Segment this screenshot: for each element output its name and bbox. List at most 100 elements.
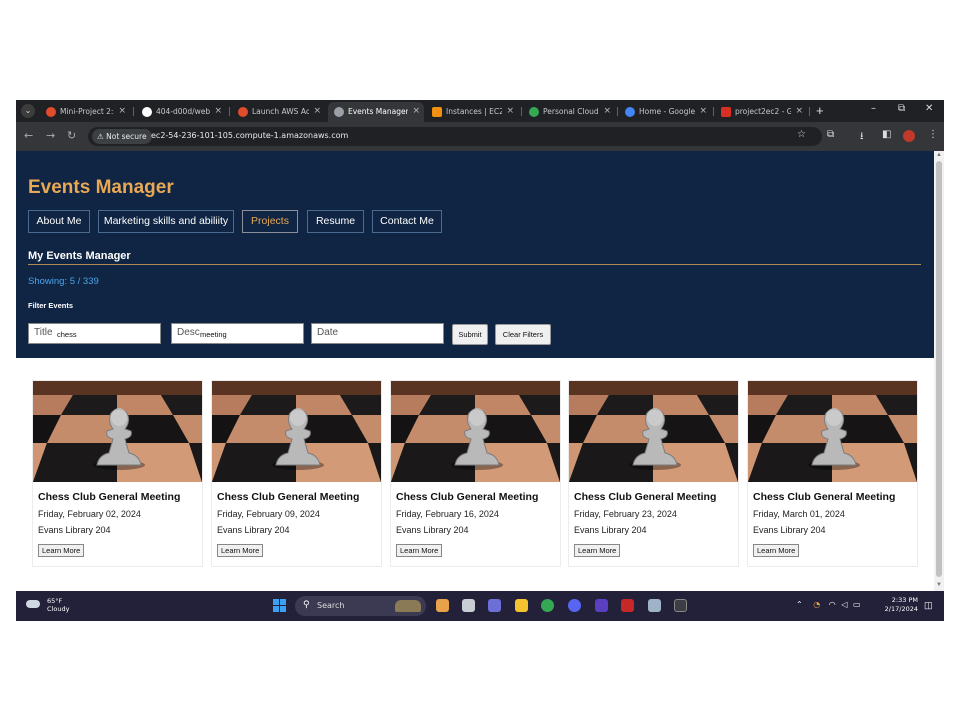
title-filter-label: Title [34,327,53,338]
search-highlight-icon [395,600,421,612]
event-title: Chess Club General Meeting [396,491,539,503]
taskbar-search[interactable]: ⚲ Search [295,596,426,616]
restore-button[interactable]: ⧉ [898,103,905,114]
download-icon[interactable]: ⭳ [860,129,864,146]
browser-tab-strip: ⌄ Mini-Project 2: I × 404-d00d/web- × La… [16,100,944,122]
close-icon[interactable]: × [118,106,126,116]
event-card: Chess Club General Meeting Friday, Februa… [568,380,739,567]
tray-app-icon[interactable]: ◔ [813,600,820,609]
tab-project2ec2[interactable]: project2ec2 - G × [715,102,807,122]
tab-home-google[interactable]: Home - Google × [619,102,711,122]
tab-label: Personal Cloud [543,107,599,116]
chevron-up-icon[interactable]: ⌃ [796,600,803,609]
learn-more-button[interactable]: Learn More [217,544,264,557]
profile-avatar[interactable] [903,130,915,142]
new-tab-button[interactable]: + [816,103,824,118]
scroll-down-icon[interactable]: ▼ [936,582,942,588]
github-icon [142,107,152,117]
title-filter-input[interactable] [57,328,147,341]
event-card: Chess Club General Meeting Friday, Februa… [32,380,203,567]
tab-launch-aws[interactable]: Launch AWS Aca × [232,102,325,122]
event-title: Chess Club General Meeting [38,491,181,503]
security-chip[interactable]: ⚠ Not secure [92,129,152,144]
close-icon[interactable]: × [412,106,420,116]
back-icon[interactable]: ← [24,129,33,142]
close-icon[interactable]: × [699,106,707,116]
learn-more-button[interactable]: Learn More [574,544,621,557]
network-app-icon[interactable] [648,599,661,612]
jetbrains-icon[interactable] [595,599,608,612]
learn-more-button[interactable]: Learn More [396,544,443,557]
title-filter-field[interactable]: Title [28,323,161,344]
nav-about-me[interactable]: About Me [28,210,90,233]
widgets-app-icon[interactable] [436,599,449,612]
scroll-up-icon[interactable]: ▲ [936,152,942,158]
security-label: Not secure [106,132,147,141]
page-scrollbar[interactable]: ▲ ▼ [934,151,944,591]
minimize-button[interactable]: – [871,103,876,114]
nav-projects[interactable]: Projects [242,210,298,233]
desc-filter-input[interactable] [200,328,290,341]
section-divider [28,264,921,265]
file-explorer-icon[interactable] [515,599,528,612]
desc-filter-field[interactable]: Desc [171,323,304,344]
tab-label: Events Manager [348,107,408,116]
address-bar[interactable]: ⚠ Not secure ec2-54-236-101-105.compute-… [88,127,822,146]
screen: ⌄ Mini-Project 2: I × 404-d00d/web- × La… [16,100,944,621]
tab-search-icon[interactable]: ⌄ [21,104,35,118]
menu-icon[interactable]: ⋮ [928,129,938,140]
clock[interactable]: 2:33 PM 2/17/2024 [884,596,918,614]
event-location: Evans Library 204 [38,525,111,535]
notification-icon[interactable]: ◫ [924,600,933,611]
close-icon[interactable]: × [313,106,321,116]
nav-marketing-skills[interactable]: Marketing skills and abiliity [98,210,234,233]
teams-icon[interactable] [488,599,501,612]
reload-icon[interactable]: ↻ [67,129,76,142]
volume-icon[interactable]: ◁ [841,600,847,609]
tab-personal-cloud[interactable]: Personal Cloud × [523,102,615,122]
event-title: Chess Club General Meeting [217,491,360,503]
close-icon[interactable]: × [506,106,514,116]
warning-icon: ⚠ [97,132,104,141]
chrome-icon[interactable] [541,599,554,612]
close-icon[interactable]: × [214,106,222,116]
favicon-icon [238,107,248,117]
learn-more-button[interactable]: Learn More [753,544,800,557]
close-icon[interactable]: × [795,106,803,116]
tab-instances-ec2[interactable]: Instances | EC2 | × [426,102,518,122]
task-view-icon[interactable] [462,599,475,612]
event-image [212,381,381,482]
clear-filters-button[interactable]: Clear Filters [495,324,551,345]
terminal-icon[interactable] [674,599,687,612]
close-window-button[interactable]: ✕ [925,103,933,114]
wifi-icon[interactable]: ◠ [829,600,836,609]
windows-start-icon[interactable] [273,599,286,612]
tab-events-manager[interactable]: Events Manager × [328,102,424,122]
date-filter-input[interactable] [340,328,430,341]
filezilla-icon[interactable] [621,599,634,612]
results-count: Showing: 5 / 339 [28,276,99,287]
bookmark-star-icon[interactable]: ☆ [797,129,806,140]
tab-github[interactable]: 404-d00d/web- × [136,102,226,122]
forward-icon[interactable]: → [46,129,55,142]
nav-resume[interactable]: Resume [307,210,364,233]
scroll-thumb[interactable] [936,161,942,577]
date-filter-field[interactable]: Date [311,323,444,344]
weather-desc: Cloudy [47,605,70,613]
filter-heading: Filter Events [28,301,74,310]
event-title: Chess Club General Meeting [753,491,896,503]
discord-icon[interactable] [568,599,581,612]
extensions-icon[interactable]: ⧉ [827,129,834,140]
tab-label: project2ec2 - G [735,107,791,116]
nav-contact-me[interactable]: Contact Me [372,210,442,233]
close-icon[interactable]: × [603,106,611,116]
url-text[interactable]: ec2-54-236-101-105.compute-1.amazonaws.c… [151,131,348,140]
battery-icon[interactable]: ▭ [853,600,861,609]
tab-mini-project[interactable]: Mini-Project 2: I × [40,102,130,122]
favicon-icon [46,107,56,117]
side-panel-icon[interactable]: ◧ [882,129,891,140]
submit-button[interactable]: Submit [452,324,488,345]
globe-icon [334,107,344,117]
learn-more-button[interactable]: Learn More [38,544,85,557]
event-date: Friday, February 09, 2024 [217,509,320,519]
